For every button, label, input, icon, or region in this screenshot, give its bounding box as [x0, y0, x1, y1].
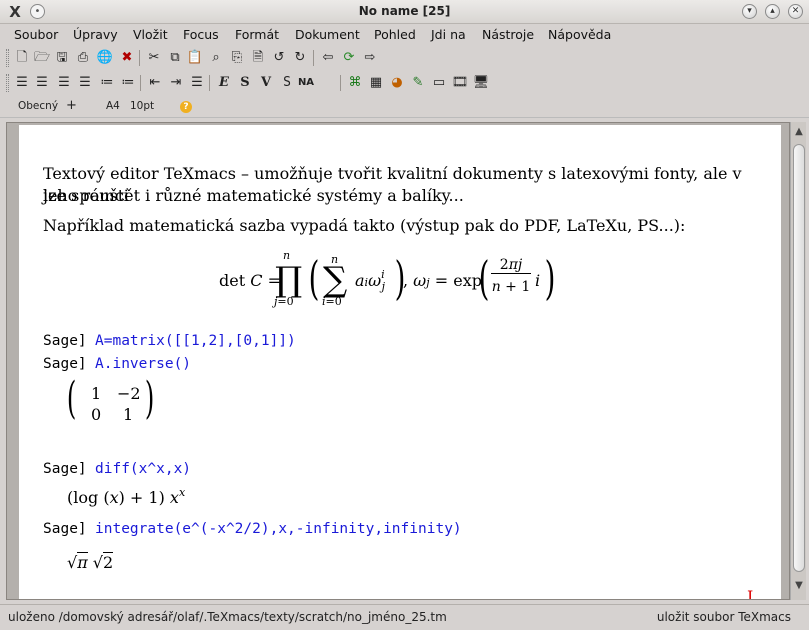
print-icon[interactable]: ⎙: [74, 49, 92, 67]
spell-check-icon[interactable]: 🗎: [249, 49, 267, 67]
menu-jdi-na[interactable]: Jdi na: [431, 27, 466, 42]
strong-icon[interactable]: S: [236, 74, 254, 92]
menu-nastroje[interactable]: Nástroje: [482, 27, 534, 42]
status-bar: uloženo /domovský adresář/olaf/.TeXmacs/…: [0, 604, 809, 630]
separator: [139, 50, 140, 66]
close-document-icon[interactable]: ✖: [118, 49, 136, 67]
refresh-icon[interactable]: ⟳: [340, 49, 358, 67]
redo-icon[interactable]: ↻: [291, 49, 309, 67]
numbered-list-icon[interactable]: ≔: [119, 74, 137, 92]
menu-napoveda[interactable]: Nápověda: [548, 27, 611, 42]
menu-dokument[interactable]: Dokument: [295, 27, 360, 42]
menu-pohled[interactable]: Pohled: [374, 27, 416, 42]
outdent-icon[interactable]: ⇤: [146, 74, 164, 92]
animation-icon[interactable]: 🎞: [451, 74, 469, 92]
menu-upravy[interactable]: Úpravy: [73, 27, 118, 42]
paste-icon[interactable]: 📋: [186, 49, 204, 67]
minimize-button[interactable]: ▾: [742, 4, 757, 19]
insert-fold-icon[interactable]: ⌘: [346, 74, 364, 92]
align-center-icon[interactable]: ☰: [33, 74, 51, 92]
session-input[interactable]: A.inverse(): [95, 356, 191, 372]
paragraph: Například matematická sazba vypadá takto…: [43, 216, 686, 235]
close-button[interactable]: ✕: [788, 4, 803, 19]
emphasize-icon[interactable]: E: [215, 74, 233, 92]
display-formula: det C = n ∏ j=0 ( n ∑ i=0 aiωij ) , ωj =…: [219, 249, 556, 308]
menu-vlozit[interactable]: Vložit: [133, 27, 168, 42]
replace-icon[interactable]: ⎘: [228, 49, 246, 67]
toolbar-grip[interactable]: [6, 74, 9, 92]
session-input[interactable]: integrate(e^(-x^2/2),x,-infinity,infinit…: [95, 521, 462, 537]
window-title: No name [25]: [358, 4, 451, 18]
matrix-cell: 0: [91, 405, 102, 424]
copy-icon[interactable]: ⧉: [166, 49, 184, 67]
separator: [340, 75, 341, 91]
cut-icon[interactable]: ✂: [145, 49, 163, 67]
session-prompt: Sage]: [43, 521, 87, 537]
scroll-up-icon[interactable]: ▲: [791, 124, 807, 140]
style-selector[interactable]: Obecný: [18, 100, 58, 112]
font-size[interactable]: 10pt: [130, 100, 154, 112]
matrix-cell: 1: [91, 384, 102, 403]
name-style-icon[interactable]: NA: [297, 74, 315, 92]
separator: [209, 75, 210, 91]
text-cursor: I: [747, 587, 754, 599]
main-toolbar: 🗋 🗁 🖫 ⎙ 🌐 ✖ ✂ ⧉ 📋 ⌕ ⎘ 🗎 ↺ ↻ ⇦ ⟳ ⇨: [0, 46, 809, 70]
new-document-icon[interactable]: 🗋: [13, 49, 31, 67]
justify-icon[interactable]: ☰: [76, 74, 94, 92]
session-prompt: Sage]: [43, 333, 87, 349]
integral-output: √π √2: [67, 552, 114, 572]
line-spacing-icon[interactable]: ☰: [188, 74, 206, 92]
matrix-cell: 1: [123, 405, 134, 424]
matrix-cell: −2: [117, 384, 141, 403]
draw-icon[interactable]: ✎: [409, 74, 427, 92]
session-prompt: Sage]: [43, 461, 87, 477]
forward-arrow-icon[interactable]: ⇨: [361, 49, 379, 67]
scroll-down-icon[interactable]: ▼: [791, 578, 807, 594]
document-page[interactable]: Textový editor TeXmacs – umožňuje tvořit…: [19, 125, 781, 599]
menu-soubor[interactable]: Soubor: [14, 27, 58, 42]
color-palette-icon[interactable]: ◕: [388, 74, 406, 92]
globe-export-icon[interactable]: 🌐: [96, 49, 114, 67]
focus-toolbar: Obecný + A4 10pt ?: [0, 96, 809, 118]
insert-table-icon[interactable]: ▦: [367, 74, 385, 92]
status-hint: uložit soubor TeXmacs: [656, 610, 791, 624]
session-input[interactable]: A=matrix([[1,2],[0,1]]): [95, 333, 296, 349]
status-message: uloženo /domovský adresář/olaf/.TeXmacs/…: [8, 610, 447, 624]
maximize-button[interactable]: ▴: [765, 4, 780, 19]
frame-icon[interactable]: ▭: [430, 74, 448, 92]
format-toolbar: ☰ ☰ ☰ ☰ ≔ ≔ ⇤ ⇥ ☰ E S V S NA ⌘ ▦ ◕ ✎ ▭ 🎞…: [0, 71, 809, 95]
align-left-icon[interactable]: ☰: [13, 74, 31, 92]
bullet-list-icon[interactable]: ≔: [98, 74, 116, 92]
title-bar: X • No name [25] ▾ ▴ ✕: [0, 0, 809, 24]
paragraph-line: lze spouštět i různé matematické systémy…: [43, 186, 464, 205]
indent-icon[interactable]: ⇥: [167, 74, 185, 92]
scroll-thumb[interactable]: [793, 144, 805, 572]
insert-session-icon[interactable]: 🖥: [472, 74, 490, 92]
sans-serif-icon[interactable]: S: [278, 74, 296, 92]
session-input[interactable]: diff(x^x,x): [95, 461, 191, 477]
find-icon[interactable]: ⌕: [207, 49, 225, 67]
save-icon[interactable]: 🖫: [53, 49, 71, 67]
help-icon[interactable]: ?: [180, 101, 192, 113]
menu-format[interactable]: Formát: [235, 27, 279, 42]
separator: [313, 50, 314, 66]
vertical-scrollbar[interactable]: ▲ ▼: [790, 122, 806, 600]
align-right-icon[interactable]: ☰: [55, 74, 73, 92]
back-arrow-icon[interactable]: ⇦: [319, 49, 337, 67]
toolbar-grip[interactable]: [6, 49, 9, 67]
open-folder-icon[interactable]: 🗁: [33, 49, 51, 67]
menu-bar: Soubor Úpravy Vložit Focus Formát Dokume…: [0, 24, 809, 46]
menu-focus[interactable]: Focus: [183, 27, 219, 42]
paper-size[interactable]: A4: [106, 100, 120, 112]
undo-icon[interactable]: ↺: [270, 49, 288, 67]
add-style-icon[interactable]: +: [66, 98, 77, 113]
separator: [140, 75, 141, 91]
derivative-output: (log (x) + 1) xx: [67, 486, 186, 507]
variable-icon[interactable]: V: [257, 74, 275, 92]
matrix-output: ( 1 −2 0 1 ): [66, 373, 155, 425]
editor-canvas[interactable]: Textový editor TeXmacs – umožňuje tvořit…: [6, 122, 790, 600]
session-prompt: Sage]: [43, 356, 87, 372]
